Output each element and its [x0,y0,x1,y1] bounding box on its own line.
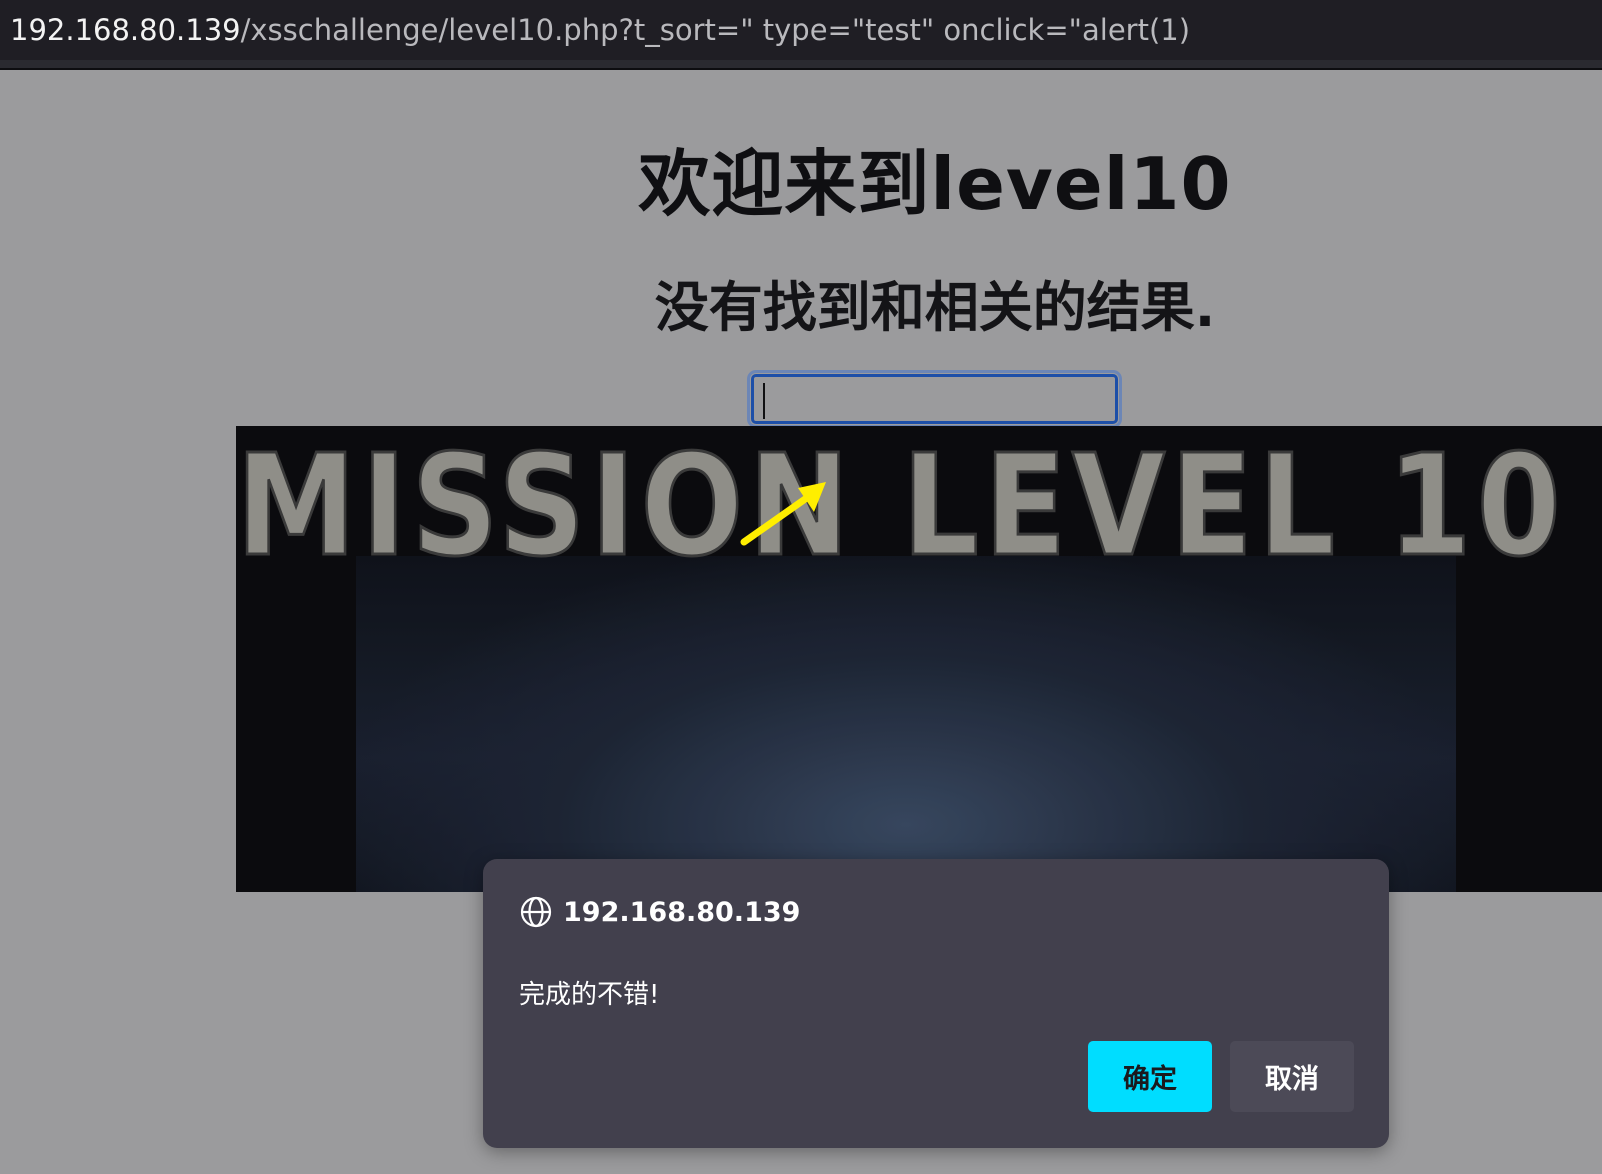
globe-icon [520,896,552,928]
url-host: 192.168.80.139 [10,13,241,47]
banner-title-graphic: MISSION LEVEL 10 [236,426,1566,590]
text-caret [763,383,765,419]
cancel-button[interactable]: 取消 [1230,1041,1354,1112]
search-input[interactable] [747,370,1122,428]
page-subtitle: 没有找到和相关的结果. [654,276,1216,339]
url-path: /xsschallenge/level10.php?t_sort=" type=… [240,13,1191,47]
banner-title-text: MISSION LEVEL 10 [236,426,1566,588]
address-bar[interactable]: 192.168.80.139/xsschallenge/level10.php?… [0,0,1602,60]
ok-button[interactable]: 确定 [1088,1041,1212,1112]
annotation-arrow-icon [740,482,826,546]
alert-dialog: 192.168.80.139 完成的不错! 确定 取消 [483,859,1389,1148]
banner-scene [356,556,1456,892]
mission-banner-image: MISSION LEVEL 10 [236,426,1602,892]
page-title: 欢迎来到level10 [638,142,1232,226]
dialog-origin: 192.168.80.139 [519,895,800,929]
toolbar-divider [0,60,1602,70]
dialog-message: 完成的不错! [519,980,660,1010]
dialog-origin-text: 192.168.80.139 [563,896,801,928]
